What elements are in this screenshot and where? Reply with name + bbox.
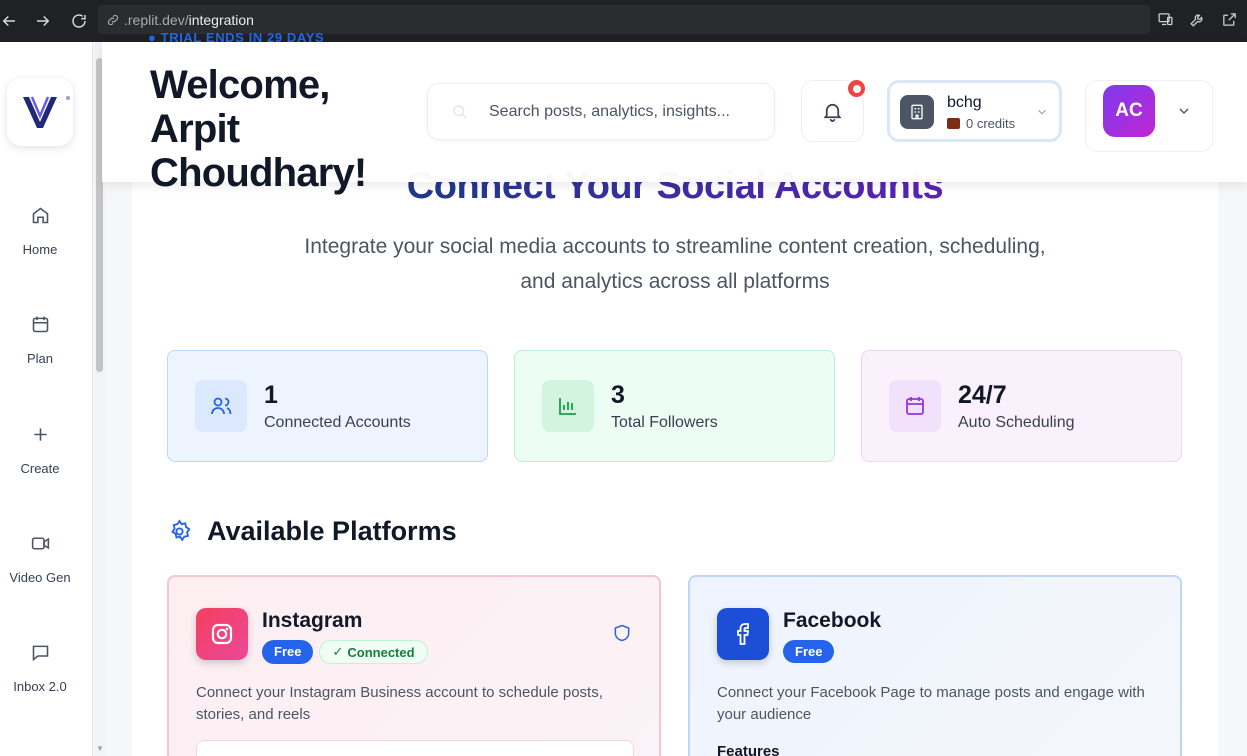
platform-name: Instagram [262, 609, 363, 632]
url-path: integration [188, 11, 254, 28]
instagram-icon [196, 608, 248, 660]
briefcase-icon [947, 118, 960, 129]
stat-value: 24/7 [958, 380, 1007, 409]
credits-indicator: 0 credits [947, 116, 1015, 131]
url-host: .replit.dev/ [124, 11, 189, 28]
home-icon [32, 207, 48, 224]
workspace-switcher[interactable]: bchg 0 credits [887, 80, 1062, 142]
features-label: Features [717, 743, 780, 756]
account-details-box [196, 740, 634, 756]
platform-description: Connect your Instagram Business account … [196, 684, 603, 723]
platform-card-facebook[interactable]: Facebook Free Connect your Facebook Page… [688, 575, 1182, 756]
welcome-heading: Welcome, Arpit Choudhary! [150, 63, 367, 195]
stat-label: Connected Accounts [264, 413, 411, 431]
users-icon [195, 380, 247, 432]
sidebar: Home Plan Create Video Gen Inbox 2.0 [0, 42, 93, 756]
plus-icon [33, 428, 47, 441]
platform-description: Connect your Facebook Page to manage pos… [717, 684, 1145, 723]
video-icon [31, 537, 49, 550]
stat-card-total-followers: 3 Total Followers [514, 350, 835, 462]
free-badge: Free [262, 640, 314, 664]
connected-badge: ✓ Connected [319, 640, 428, 664]
sidebar-item-label: Plan [26, 351, 54, 366]
devices-icon[interactable] [1153, 6, 1177, 32]
notification-dot [845, 77, 868, 100]
reload-icon[interactable] [64, 6, 94, 36]
search-icon [453, 105, 467, 119]
stat-value: 1 [264, 380, 278, 409]
sidebar-item-inbox[interactable]: Inbox 2.0 [0, 642, 80, 694]
wrench-icon[interactable] [1185, 6, 1209, 32]
logo-badge-dot [66, 96, 70, 100]
sidebar-item-plan[interactable]: Plan [0, 314, 80, 366]
stat-label: Total Followers [611, 413, 718, 431]
stat-value: 3 [611, 380, 625, 409]
stat-card-auto-scheduling: 24/7 Auto Scheduling [861, 350, 1182, 462]
gear-icon [171, 519, 191, 542]
search-box[interactable] [427, 83, 775, 140]
stat-card-connected-accounts: 1 Connected Accounts [167, 350, 488, 462]
platform-card-instagram[interactable]: Instagram Free ✓ Connected Connect your I… [167, 575, 661, 756]
bar-chart-icon [542, 380, 594, 432]
facebook-icon [717, 608, 769, 660]
stat-label: Auto Scheduling [958, 413, 1075, 431]
link-icon [107, 14, 119, 25]
message-icon [32, 645, 48, 662]
open-external-icon[interactable] [1217, 6, 1241, 32]
app-logo[interactable] [7, 78, 73, 146]
forward-icon[interactable] [28, 6, 58, 36]
building-icon [900, 95, 934, 129]
avatar[interactable]: AC [1103, 85, 1155, 137]
free-badge: Free [783, 640, 835, 663]
sidebar-item-label: Inbox 2.0 [13, 679, 67, 694]
sidebar-item-home[interactable]: Home [0, 205, 80, 257]
section-title: Available Platforms [207, 516, 457, 546]
sidebar-item-video-gen[interactable]: Video Gen [0, 533, 80, 585]
logo-icon [23, 96, 57, 128]
calendar-icon [889, 380, 941, 432]
chevron-down-icon[interactable] [1176, 103, 1192, 124]
search-input[interactable] [489, 102, 749, 121]
workspace-name: bchg [947, 94, 982, 111]
sidebar-item-label: Home [22, 242, 58, 257]
scroll-down-icon[interactable]: ▼ [95, 744, 105, 754]
check-icon: ✓ [332, 644, 344, 659]
trial-banner: ● TRIAL ENDS IN 29 DAYS [148, 30, 325, 45]
section-heading: Available Platforms [167, 516, 457, 547]
shield-icon[interactable] [612, 623, 632, 648]
sidebar-item-label: Create [20, 461, 60, 476]
chevron-down-icon [1035, 105, 1049, 124]
back-icon[interactable] [0, 6, 24, 36]
bell-icon [823, 103, 842, 122]
sidebar-item-create[interactable]: Create [0, 424, 80, 476]
sidebar-item-label: Video Gen [9, 570, 71, 585]
platform-name: Facebook [783, 609, 882, 632]
page-subtitle: Integrate your social media accounts to … [304, 235, 1046, 293]
calendar-icon [32, 316, 48, 333]
